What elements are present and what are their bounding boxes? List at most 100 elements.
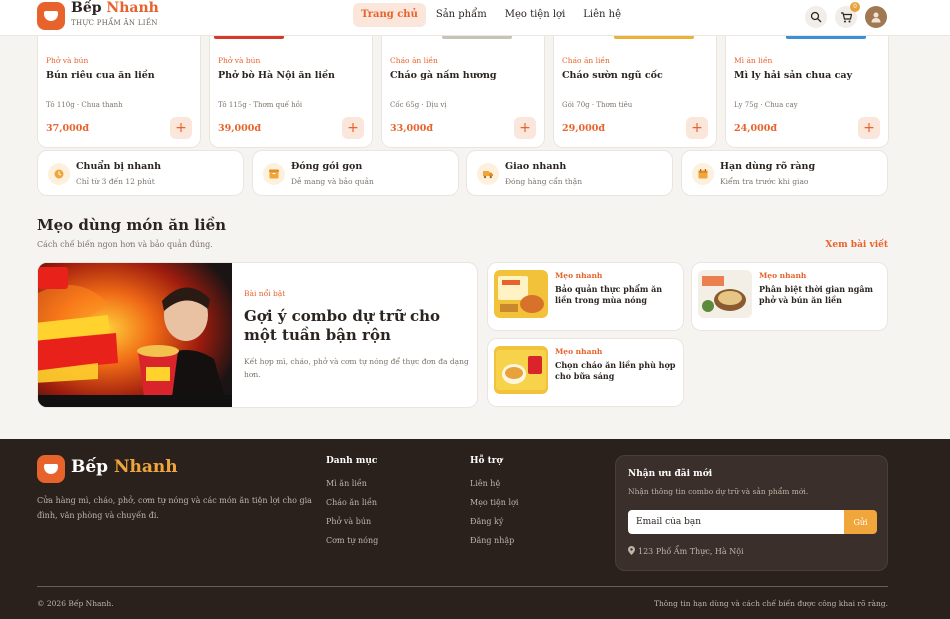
product-price: 37,000đ xyxy=(46,123,90,134)
product-price: 33,000đ xyxy=(390,123,434,134)
tip-card[interactable]: Mẹo nhanh Phân biệt thời gian ngâm phở v… xyxy=(691,262,888,331)
email-field[interactable] xyxy=(628,510,844,534)
cart-count-badge: 0 xyxy=(850,2,860,12)
tip-thumbnail[interactable] xyxy=(698,270,752,318)
product-name[interactable]: Mì ly hải sản chua cay xyxy=(734,70,852,81)
cart-icon[interactable]: 0 xyxy=(835,2,860,28)
search-icon[interactable] xyxy=(805,6,827,28)
bowl-logo-icon[interactable] xyxy=(37,455,65,483)
footer-link-tips[interactable]: Mẹo tiện lợi xyxy=(470,498,518,507)
footer-link-rice[interactable]: Cơm tự nóng xyxy=(326,536,378,545)
nav-home[interactable]: Trang chủ xyxy=(353,3,426,27)
tip-label: Mẹo nhanh xyxy=(555,271,603,280)
product-card[interactable]: Phở và bún Phở bò Hà Nội ăn liền Tô 115g… xyxy=(209,36,373,148)
product-name[interactable]: Phở bò Hà Nội ăn liền xyxy=(218,70,335,81)
bowl-logo-icon[interactable] xyxy=(37,2,65,30)
map-pin-icon xyxy=(628,546,635,555)
product-name[interactable]: Cháo gà nấm hương xyxy=(390,70,497,81)
feature-desc: Kiểm tra trước khi giao xyxy=(720,177,809,186)
footer-note: Thông tin hạn dùng và cách chế biến được… xyxy=(653,599,888,608)
product-category: Cháo ăn liền xyxy=(390,56,438,65)
product-category: Phở và bún xyxy=(46,56,89,65)
product-meta: Gói 70g · Thơm tiêu xyxy=(562,101,633,109)
feature-desc: Đóng hàng cẩn thận xyxy=(505,177,583,186)
feature-title: Chuẩn bị nhanh xyxy=(76,161,162,172)
address-text: 123 Phố Ẩm Thực, Hà Nội xyxy=(638,547,744,556)
product-price: 29,000đ xyxy=(562,123,606,134)
feature-prep-time: Chuẩn bị nhanh Chỉ từ 3 đến 12 phút xyxy=(37,150,244,196)
footer-link-contact[interactable]: Liên hệ xyxy=(470,479,500,488)
footer-link-porridge[interactable]: Cháo ăn liền xyxy=(326,498,377,507)
nav-contact[interactable]: Liên hệ xyxy=(575,3,629,27)
newsletter-title: Nhận ưu đãi mới xyxy=(628,469,713,479)
feature-packaging: Đóng gói gọn Dễ mang và bảo quản xyxy=(252,150,459,196)
add-to-cart-button[interactable]: + xyxy=(170,117,192,139)
product-price: 24,000đ xyxy=(734,123,778,134)
footer-divider xyxy=(37,586,888,587)
newsletter-desc: Nhận thông tin combo dự trữ và sản phẩm … xyxy=(628,487,809,496)
footer-link-noodles[interactable]: Mì ăn liền xyxy=(326,479,367,488)
tips-section-title: Mẹo dùng món ăn liền xyxy=(37,216,227,234)
featured-label: Bài nổi bật xyxy=(244,289,286,298)
footer-col-categories-title: Danh mục xyxy=(326,456,378,466)
add-to-cart-button[interactable]: + xyxy=(342,117,364,139)
tip-title[interactable]: Bảo quản thực phẩm ăn liền trong mùa nón… xyxy=(555,284,679,306)
footer-col-support-title: Hỗ trợ xyxy=(470,456,503,466)
brand-tagline: Thực phẩm ăn liền xyxy=(71,19,158,27)
product-card[interactable]: Cháo ăn liền Cháo sườn ngũ cốc Gói 70g ·… xyxy=(553,36,717,148)
featured-desc: Kết hợp mì, cháo, phở và cơm tự nóng để … xyxy=(244,357,469,379)
newsletter-box: Nhận ưu đãi mới Nhận thông tin combo dự … xyxy=(615,455,888,571)
product-card[interactable]: Cháo ăn liền Cháo gà nấm hương Cốc 65g ·… xyxy=(381,36,545,148)
product-card[interactable]: Mì ăn liền Mì ly hải sản chua cay Ly 75g… xyxy=(725,36,889,148)
product-name[interactable]: Bún riêu cua ăn liền xyxy=(46,70,155,81)
footer-link-register[interactable]: Đăng ký xyxy=(470,517,503,526)
add-to-cart-button[interactable]: + xyxy=(686,117,708,139)
tip-thumbnail[interactable] xyxy=(494,270,548,318)
brand-accent: Nhanh xyxy=(106,0,159,16)
tip-card[interactable]: Mẹo nhanh Bảo quản thực phẩm ăn liền tro… xyxy=(487,262,684,331)
tip-title[interactable]: Chọn cháo ăn liền phù hợp cho bữa sáng xyxy=(555,360,679,382)
footer-brand-main: Bếp xyxy=(71,457,109,477)
box-icon xyxy=(263,163,285,185)
featured-title[interactable]: Gợi ý combo dự trữ cho một tuần bận rộn xyxy=(244,307,464,345)
featured-article-card[interactable]: Bài nổi bật Gợi ý combo dự trữ cho một t… xyxy=(37,262,478,408)
add-to-cart-button[interactable]: + xyxy=(858,117,880,139)
product-category: Phở và bún xyxy=(218,56,261,65)
footer-brand[interactable]: Bếp Nhanh xyxy=(71,457,178,477)
feature-desc: Dễ mang và bảo quản xyxy=(291,177,374,186)
tip-thumbnail[interactable] xyxy=(494,346,548,394)
product-meta: Ly 75g · Chua cay xyxy=(734,101,798,109)
product-meta: Cốc 65g · Dịu vị xyxy=(390,101,447,109)
main-nav: Trang chủ Sản phẩm Mẹo tiện lợi Liên hệ xyxy=(353,3,631,27)
product-image-edge xyxy=(214,36,284,39)
brand-main: Bếp xyxy=(71,0,102,16)
nav-products[interactable]: Sản phẩm xyxy=(428,3,495,27)
tip-label: Mẹo nhanh xyxy=(555,347,603,356)
feature-desc: Chỉ từ 3 đến 12 phút xyxy=(76,177,155,186)
tip-title[interactable]: Phân biệt thời gian ngâm phở và bún ăn l… xyxy=(759,284,883,306)
tips-section-subtitle: Cách chế biến ngon hơn và bảo quản đúng. xyxy=(37,240,213,249)
copyright-text: © 2026 Bếp Nhanh. xyxy=(37,599,114,608)
calendar-icon xyxy=(692,163,714,185)
feature-title: Giao nhanh xyxy=(505,161,567,172)
brand-name[interactable]: Bếp Nhanh xyxy=(71,0,159,16)
nav-tips[interactable]: Mẹo tiện lợi xyxy=(497,3,574,27)
footer-link-pho[interactable]: Phở và bún xyxy=(326,517,371,526)
user-avatar[interactable] xyxy=(865,6,887,28)
view-articles-link[interactable]: Xem bài viết xyxy=(825,240,888,250)
site-footer: Bếp Nhanh Cửa hàng mì, cháo, phở, cơm tự… xyxy=(0,439,950,619)
tip-card[interactable]: Mẹo nhanh Chọn cháo ăn liền phù hợp cho … xyxy=(487,338,684,407)
product-name[interactable]: Cháo sườn ngũ cốc xyxy=(562,70,663,81)
feature-title: Hạn dùng rõ ràng xyxy=(720,161,816,172)
truck-icon xyxy=(477,163,499,185)
product-image-edge xyxy=(786,36,866,39)
product-price: 39,000đ xyxy=(218,123,262,134)
footer-description: Cửa hàng mì, cháo, phở, cơm tự nóng và c… xyxy=(37,496,312,520)
add-to-cart-button[interactable]: + xyxy=(514,117,536,139)
footer-link-login[interactable]: Đăng nhập xyxy=(470,536,514,545)
featured-article-image[interactable] xyxy=(38,263,232,407)
product-card[interactable]: Phở và bún Bún riêu cua ăn liền Tô 110g … xyxy=(37,36,201,148)
submit-button[interactable]: Gửi xyxy=(844,510,877,534)
footer-brand-accent: Nhanh xyxy=(114,457,178,477)
product-category: Mì ăn liền xyxy=(734,56,773,65)
